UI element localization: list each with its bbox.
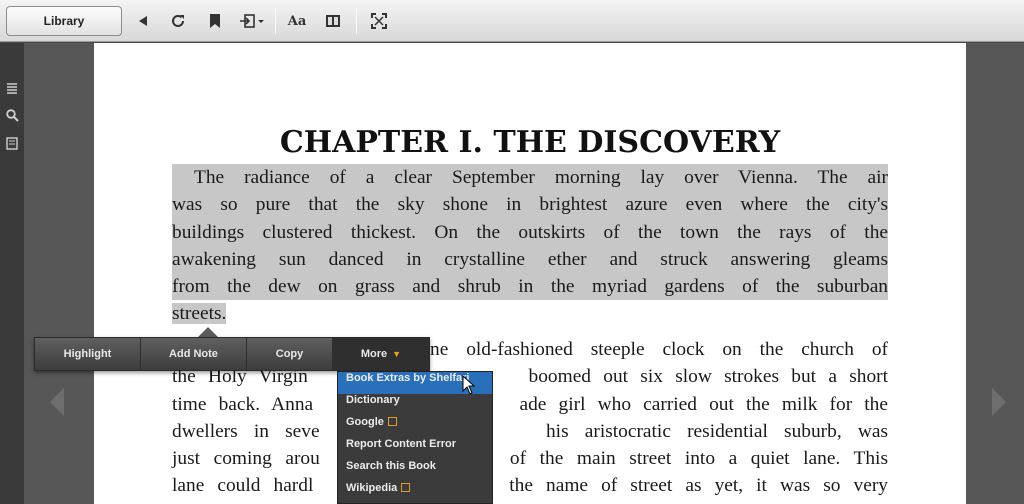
toolbar-divider bbox=[356, 8, 357, 34]
notebook-icon[interactable] bbox=[3, 134, 21, 152]
text-line[interactable]: streets. bbox=[172, 303, 227, 325]
menu-item-google[interactable]: Google bbox=[338, 416, 492, 438]
more-label: More bbox=[360, 348, 388, 360]
search-icon[interactable] bbox=[3, 106, 21, 124]
chapter-title: CHAPTER I. THE DISCOVERY bbox=[279, 125, 781, 160]
sync-icon[interactable] bbox=[167, 10, 189, 32]
menu-item-report-error[interactable]: Report Content Error bbox=[338, 438, 492, 460]
menu-item-label: Google bbox=[346, 416, 384, 428]
text-line[interactable]: was so pure that the sky shone in bright… bbox=[172, 191, 888, 219]
selection-context-menu: Highlight Add Note Copy More ▼ bbox=[34, 337, 430, 371]
font-size-button[interactable]: Aa bbox=[286, 10, 308, 32]
text-line[interactable]: lane could hardl the name of street as y… bbox=[172, 472, 888, 499]
text-line-wrap: streets. bbox=[172, 300, 888, 327]
text-line[interactable]: dwellers in seve his aristocratic reside… bbox=[172, 418, 888, 445]
more-button[interactable]: More ▼ bbox=[333, 338, 429, 370]
text-line[interactable]: just coming arou of the main street into… bbox=[172, 445, 888, 472]
copy-button[interactable]: Copy bbox=[247, 338, 333, 370]
reader-toolbar: Library Aa bbox=[0, 0, 1024, 42]
page-margin-left bbox=[24, 43, 94, 504]
goto-dropdown-icon[interactable] bbox=[238, 10, 266, 32]
table-of-contents-icon[interactable] bbox=[3, 79, 21, 97]
caret-down-icon: ▼ bbox=[392, 349, 402, 359]
next-page-icon[interactable] bbox=[990, 386, 1012, 418]
add-note-button[interactable]: Add Note bbox=[141, 338, 247, 370]
text-line[interactable]: time back. Anna ade girl who carried out… bbox=[172, 391, 888, 418]
selected-paragraph[interactable]: The radiance of a clear September mornin… bbox=[172, 164, 888, 328]
page-margin-right bbox=[966, 43, 1024, 504]
text-line[interactable]: from the dew on grass and shrub in the m… bbox=[172, 273, 888, 301]
mouse-cursor-icon bbox=[462, 374, 476, 400]
left-sidebar bbox=[0, 43, 24, 504]
library-button[interactable]: Library bbox=[6, 6, 122, 36]
highlight-button[interactable]: Highlight bbox=[35, 338, 141, 370]
menu-item-wikipedia[interactable]: Wikipedia bbox=[338, 482, 492, 504]
view-mode-icon[interactable] bbox=[322, 10, 344, 32]
menu-item-label: Wikipedia bbox=[346, 482, 398, 494]
bookmark-icon[interactable] bbox=[204, 10, 226, 32]
toolbar-divider bbox=[275, 8, 276, 34]
menu-item-search-book[interactable]: Search this Book bbox=[338, 460, 492, 482]
fullscreen-icon[interactable] bbox=[368, 10, 390, 32]
text-line[interactable]: awakening sun danced in crystalline ethe… bbox=[172, 245, 888, 274]
previous-page-icon[interactable] bbox=[48, 386, 70, 418]
external-link-icon bbox=[387, 417, 397, 426]
text-line[interactable]: The radiance of a clear September mornin… bbox=[172, 164, 888, 192]
text-line[interactable]: buildings clustered thickest. On the out… bbox=[172, 218, 888, 246]
back-arrow-icon[interactable] bbox=[132, 10, 154, 32]
book-page: CHAPTER I. THE DISCOVERY The radiance of… bbox=[94, 43, 966, 504]
external-link-icon bbox=[401, 483, 411, 492]
